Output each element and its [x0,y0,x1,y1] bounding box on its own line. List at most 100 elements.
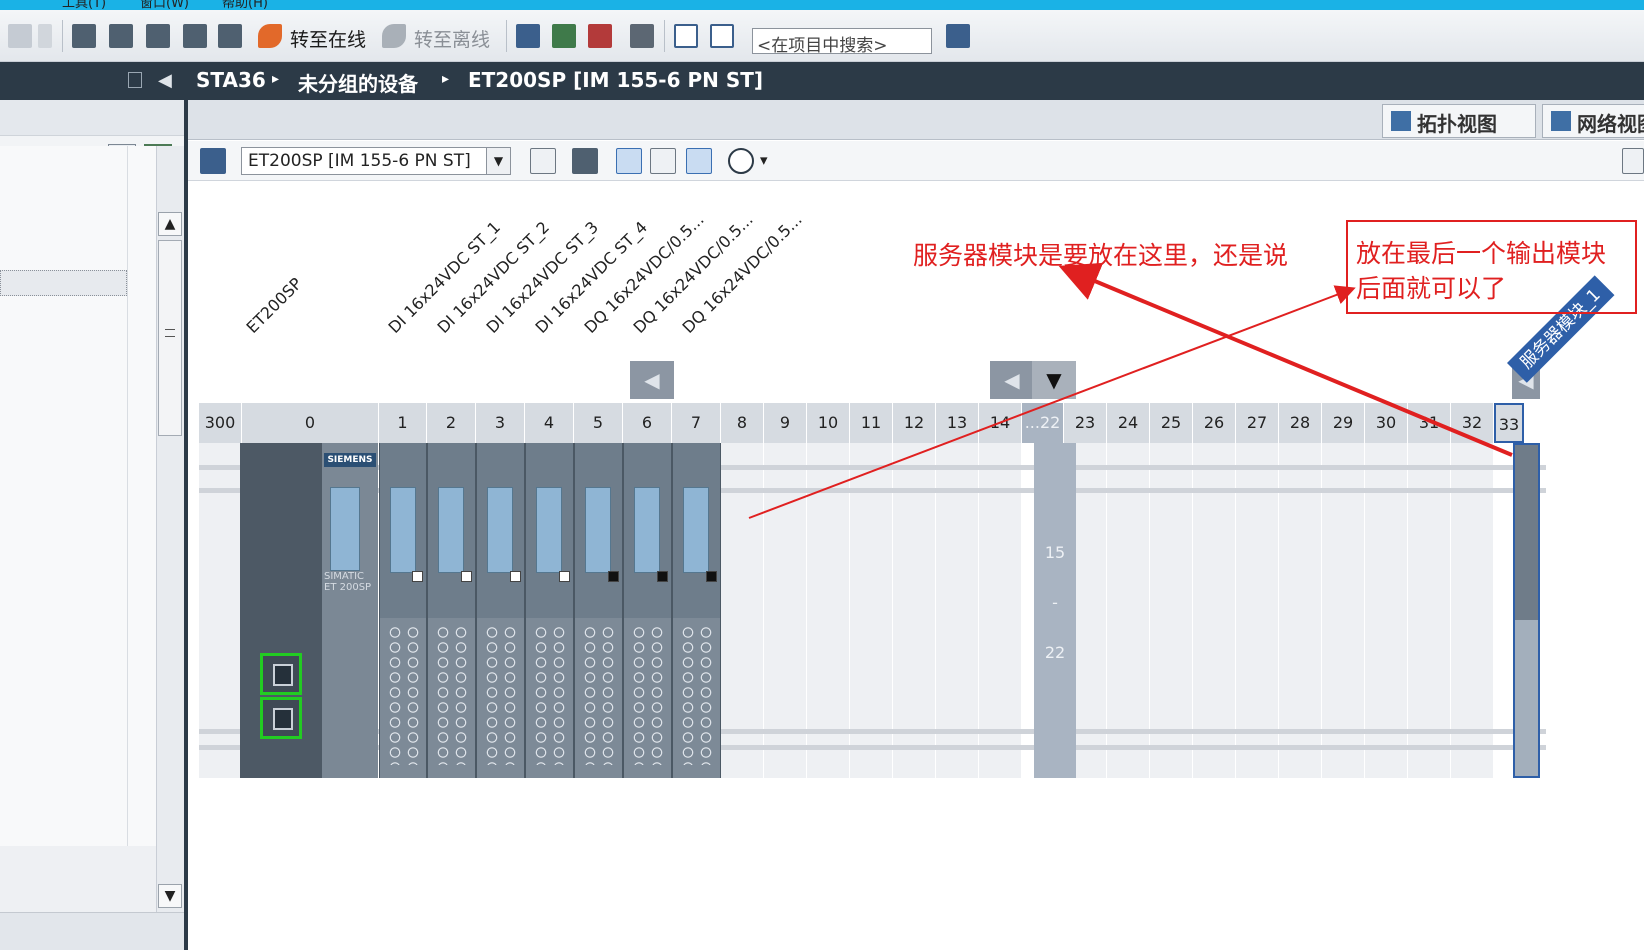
breadcrumb-ungrouped[interactable]: 未分组的设备 [298,68,418,97]
scroll-down-icon[interactable]: ▼ [158,884,182,908]
list-item[interactable] [0,270,127,296]
io-module-slot-3[interactable] [476,443,525,778]
empty-slot[interactable] [199,443,242,778]
grid-icon[interactable] [650,148,676,174]
menu-item-tools[interactable]: 工具(T) [62,0,106,10]
tab-topology-view[interactable]: 拓扑视图 [1382,104,1536,138]
slot-header-6[interactable]: 6 [623,403,672,443]
project-search-input[interactable]: <在项目中搜索> [752,28,932,56]
collapsed-slot-range[interactable]: 15 - 22 [1034,443,1076,778]
breadcrumb-device[interactable]: ET200SP [IM 155-6 PN ST] [468,68,763,92]
zoom-in-icon[interactable] [728,148,754,174]
empty-slot[interactable] [936,443,979,778]
go-online-icon[interactable] [258,24,282,48]
empty-slot[interactable] [1365,443,1408,778]
slot-header-31[interactable]: 31 [1408,403,1451,443]
scroll-left-icon[interactable]: ◀ [990,361,1034,399]
layout-icon[interactable] [1622,148,1644,174]
go-offline-button[interactable]: 转至离线 [414,25,490,52]
cross-reference-icon[interactable] [630,24,654,48]
io-module-slot-1[interactable] [379,443,427,778]
show-module-name-icon[interactable] [572,148,598,174]
menu-item-help[interactable]: 帮助(H) [222,0,268,10]
expand-slots-icon[interactable]: ▼ [1032,361,1076,399]
slot-header-24[interactable]: 24 [1107,403,1150,443]
zoom-dropdown-icon[interactable]: ▾ [760,151,768,169]
scroll-up-icon[interactable]: ▲ [158,212,182,236]
upload-icon[interactable] [146,24,170,48]
slot-header-0[interactable]: 0 [242,403,379,443]
accessible-devices-icon[interactable] [516,24,540,48]
empty-slot[interactable] [721,443,764,778]
compile-icon[interactable] [72,24,96,48]
empty-slot[interactable] [1236,443,1279,778]
slot-header-5[interactable]: 5 [574,403,623,443]
ethernet-port-icon[interactable] [260,653,302,695]
io-module-slot-2[interactable] [427,443,476,778]
slot-header-22[interactable]: ...22 [1022,403,1064,443]
slot-header-1[interactable]: 1 [379,403,427,443]
stop-cpu-icon[interactable] [588,24,612,48]
empty-slot[interactable] [807,443,850,778]
empty-slot[interactable] [1193,443,1236,778]
slot-header-4[interactable]: 4 [525,403,574,443]
device-properties-icon[interactable] [530,148,556,174]
empty-slot[interactable] [1451,443,1494,778]
slot-header-32[interactable]: 32 [1451,403,1494,443]
io-module-slot-4[interactable] [525,443,574,778]
slot-header-28[interactable]: 28 [1279,403,1322,443]
split-vertical-icon[interactable] [710,24,734,48]
slot-header-2[interactable]: 2 [427,403,476,443]
slot-header-3[interactable]: 3 [476,403,525,443]
interface-module[interactable]: SIEMENS SIMATIC ET 200SP [240,443,378,778]
empty-slot[interactable] [1150,443,1193,778]
io-module-slot-6[interactable] [623,443,672,778]
slot-header-29[interactable]: 29 [1322,403,1365,443]
go-online-button[interactable]: 转至在线 [290,25,366,52]
slot-header-30[interactable]: 30 [1365,403,1408,443]
slot-header-13[interactable]: 13 [936,403,979,443]
device-select-icon[interactable] [200,148,226,174]
menu-item-window[interactable]: 窗口(W) [140,0,189,10]
empty-slot[interactable] [893,443,936,778]
slot-header-25[interactable]: 25 [1150,403,1193,443]
scroll-thumb[interactable] [158,240,182,436]
empty-slot[interactable] [764,443,807,778]
tab-network-view[interactable]: 网络视图 [1542,104,1644,138]
slot-header-33[interactable]: 33 [1494,403,1524,443]
simulation-icon[interactable] [183,24,207,48]
show-module-labels-icon[interactable] [616,148,642,174]
io-module-slot-5[interactable] [574,443,623,778]
slot-header-26[interactable]: 26 [1193,403,1236,443]
stop-simulation-icon[interactable] [218,24,242,48]
slot-header-23[interactable]: 23 [1064,403,1107,443]
device-dropdown[interactable]: ET200SP [IM 155-6 PN ST] ▼ [241,147,511,175]
chevron-down-icon[interactable]: ▼ [486,148,510,174]
slot-header-10[interactable]: 10 [807,403,850,443]
go-offline-icon[interactable] [382,24,406,48]
slot-header-14[interactable]: 14 [979,403,1022,443]
binoculars-icon[interactable] [946,24,970,48]
slot-header-11[interactable]: 11 [850,403,893,443]
io-module-slot-7[interactable] [672,443,721,778]
ethernet-port-icon[interactable] [260,697,302,739]
slot-header-9[interactable]: 9 [764,403,807,443]
download-icon[interactable] [109,24,133,48]
server-module-slot[interactable] [1513,443,1540,778]
slot-header-7[interactable]: 7 [672,403,721,443]
split-horizontal-icon[interactable] [674,24,698,48]
scroll-left-icon[interactable]: ◀ [630,361,674,399]
empty-slot[interactable] [850,443,893,778]
empty-slot[interactable] [1107,443,1150,778]
slot-header-300[interactable]: 300 [199,403,242,443]
empty-slot[interactable] [1279,443,1322,778]
start-cpu-icon[interactable] [552,24,576,48]
slot-header-8[interactable]: 8 [721,403,764,443]
redo-icon[interactable] [8,24,32,48]
slot-header-12[interactable]: 12 [893,403,936,443]
redo-dropdown-icon[interactable] [38,24,52,48]
empty-slot[interactable] [979,443,1022,778]
collapse-panel-icon[interactable]: ◀ [158,70,172,91]
split-panel-icon[interactable] [128,72,142,88]
empty-slot[interactable] [1408,443,1451,778]
